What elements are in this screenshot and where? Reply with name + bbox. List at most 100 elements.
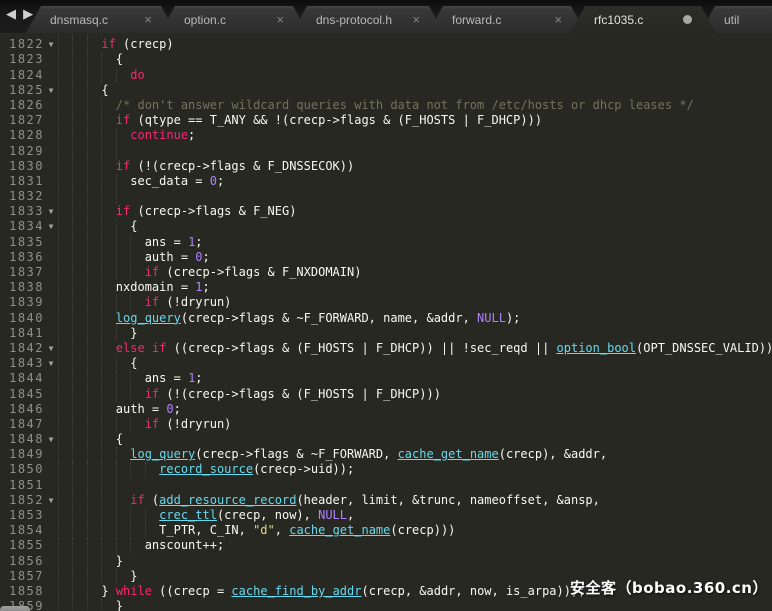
token: auth =: [145, 250, 196, 264]
code-line: 1847 if (!dryrun): [0, 417, 772, 432]
line-number: 1838: [0, 280, 44, 295]
line-number: 1849: [0, 447, 44, 462]
code-line: 1831 sec_data = 0;: [0, 174, 772, 189]
code-text: anscount++;: [58, 538, 772, 553]
indent-guide: [87, 478, 88, 493]
indent-guide: [58, 508, 59, 523]
close-icon[interactable]: ×: [546, 13, 562, 26]
indent-guide: [58, 387, 59, 402]
line-number: 1848: [0, 432, 44, 447]
indent-guide: [58, 599, 59, 611]
tab-dnsmasq-c[interactable]: dnsmasq.c×: [26, 6, 176, 33]
indent-guide: [58, 219, 59, 234]
indent-guide: [87, 250, 88, 265]
indent-guide: [101, 417, 102, 432]
indent-guide: [145, 508, 146, 523]
tab-label: rfc1035.c: [594, 13, 643, 27]
fold-arrow-icon[interactable]: ▼: [44, 204, 58, 219]
indent-guide: [145, 523, 146, 538]
token: ;: [188, 128, 195, 142]
indent-guide: [87, 280, 88, 295]
indent-guide: [87, 387, 88, 402]
token: 0: [195, 250, 202, 264]
line-number: 1856: [0, 554, 44, 569]
back-arrow-icon[interactable]: ◀: [6, 7, 16, 22]
tab-forward-c[interactable]: forward.c×: [428, 6, 586, 33]
code-text: crec_ttl(crecp, now), NULL,: [58, 508, 772, 523]
line-number: 1841: [0, 326, 44, 341]
code-text: if (!dryrun): [58, 417, 772, 432]
fold-arrow-icon[interactable]: ▼: [44, 432, 58, 447]
indent-guide: [58, 144, 59, 159]
fold-arrow-icon[interactable]: ▼: [44, 219, 58, 234]
tab-rfc1035-c[interactable]: rfc1035.c: [570, 6, 716, 33]
gutter: 1854: [0, 523, 58, 538]
indent-guide: [87, 356, 88, 371]
code-line: 1833▼ if (crecp->flags & F_NEG): [0, 204, 772, 219]
token: ans =: [145, 371, 188, 385]
indent-guide: [101, 311, 102, 326]
fold-arrow-icon[interactable]: ▼: [44, 341, 58, 356]
gutter: 1835: [0, 235, 58, 250]
fold-arrow-icon[interactable]: ▼: [44, 37, 58, 52]
fold-spacer: [44, 478, 58, 493]
gutter: 1834▼: [0, 219, 58, 234]
indent-guide: [101, 554, 102, 569]
code-line: 1839 if (!dryrun): [0, 295, 772, 310]
code-line: 1827 if (qtype == T_ANY && !(crecp->flag…: [0, 113, 772, 128]
indent-guide: [58, 250, 59, 265]
fold-arrow-icon[interactable]: ▼: [44, 83, 58, 98]
indent-guide: [58, 280, 59, 295]
forward-arrow-icon[interactable]: ▶: [23, 7, 33, 22]
indent-guide: [116, 493, 117, 508]
close-icon[interactable]: ×: [404, 13, 420, 26]
code-editor[interactable]: 18211822▼ if (crecp)1823 {1824 do1825▼ {…: [0, 33, 772, 611]
indent-guide: [87, 265, 88, 280]
fold-arrow-icon[interactable]: ▼: [44, 493, 58, 508]
indent-guide: [58, 554, 59, 569]
indent-guide: [116, 538, 117, 553]
line-number: 1834: [0, 219, 44, 234]
indent-guide: [58, 478, 59, 493]
indent-guide: [58, 265, 59, 280]
code-line: 1849 log_query(crecp->flags & ~F_FORWARD…: [0, 447, 772, 462]
indent-guide: [116, 387, 117, 402]
token: ;: [203, 250, 210, 264]
fold-spacer: [44, 189, 58, 204]
tab-dns-protocol-h[interactable]: dns-protocol.h×: [292, 6, 444, 33]
fold-spacer: [44, 144, 58, 159]
code-text: {: [58, 432, 772, 447]
fold-spacer: [44, 569, 58, 584]
code-text: [58, 189, 772, 204]
code-text: /* don't answer wildcard queries with da…: [58, 98, 772, 113]
token: (crecp, &addr, now, is_arpa)));: [361, 584, 585, 598]
close-icon[interactable]: ×: [268, 13, 284, 26]
indent-guide: [101, 341, 102, 356]
code-area: 18211822▼ if (crecp)1823 {1824 do1825▼ {…: [0, 33, 772, 611]
token: ans =: [145, 235, 188, 249]
indent-guide: [72, 554, 73, 569]
code-line: 1851: [0, 478, 772, 493]
token: if: [116, 204, 130, 218]
indent-guide: [87, 402, 88, 417]
indent-guide: [101, 189, 102, 204]
close-icon[interactable]: ×: [136, 13, 152, 26]
indent-guide: [87, 83, 88, 98]
indent-guide: [87, 204, 88, 219]
token: ,: [275, 523, 289, 537]
tab-option-c[interactable]: option.c×: [160, 6, 308, 33]
code-line: 1856 }: [0, 554, 772, 569]
token: ,: [347, 508, 354, 522]
gutter: 1849: [0, 447, 58, 462]
code-line: 1824 do: [0, 68, 772, 83]
line-number: 1840: [0, 311, 44, 326]
indent-guide: [101, 128, 102, 143]
line-number: 1857: [0, 569, 44, 584]
indent-guide: [72, 508, 73, 523]
horizontal-scrollbar-thumb[interactable]: [0, 606, 30, 611]
token: (qtype == T_ANY && !(crecp->flags & (F_H…: [130, 113, 542, 127]
fold-arrow-icon[interactable]: ▼: [44, 356, 58, 371]
indent-guide: [87, 326, 88, 341]
indent-guide: [58, 569, 59, 584]
indent-guide: [72, 128, 73, 143]
